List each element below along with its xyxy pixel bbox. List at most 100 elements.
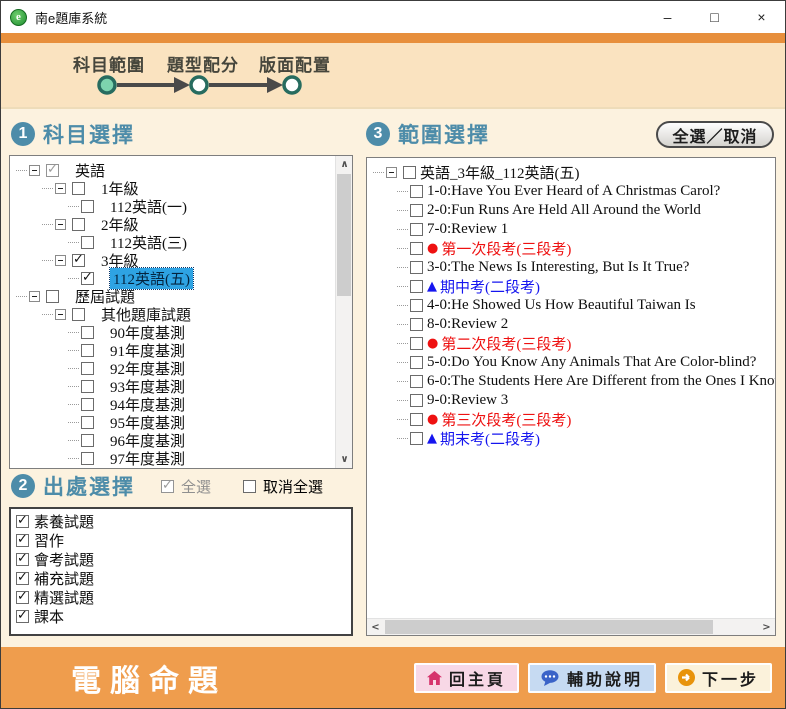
item-checkbox[interactable]: [81, 434, 94, 447]
next-step-button[interactable]: 下一步: [665, 663, 772, 693]
horizontal-scrollbar[interactable]: < >: [367, 618, 775, 635]
item-checkbox[interactable]: [46, 290, 59, 303]
vertical-scrollbar[interactable]: ∧ ∨: [335, 156, 352, 468]
tree-item[interactable]: 91年度基測: [14, 341, 332, 359]
item-checkbox[interactable]: [16, 591, 29, 604]
checkbox-icon[interactable]: [243, 480, 256, 493]
item-checkbox[interactable]: [16, 534, 29, 547]
tree-item[interactable]: ▲期末考(二段考): [371, 429, 773, 448]
tree-item[interactable]: 93年度基測: [14, 377, 332, 395]
list-item[interactable]: 會考試題: [13, 550, 349, 569]
item-checkbox[interactable]: [410, 394, 423, 407]
list-item[interactable]: 素養試題: [13, 512, 349, 531]
tree-item[interactable]: 94年度基測: [14, 395, 332, 413]
expand-toggle-icon[interactable]: [55, 255, 66, 266]
tree-item[interactable]: 英語_3年級_112英語(五): [371, 163, 773, 182]
item-checkbox[interactable]: [81, 344, 94, 357]
list-item[interactable]: 課本: [13, 607, 349, 626]
item-checkbox[interactable]: [81, 326, 94, 339]
scroll-down-icon[interactable]: ∨: [336, 451, 353, 468]
item-checkbox[interactable]: [81, 380, 94, 393]
item-checkbox[interactable]: [81, 236, 94, 249]
tree-item[interactable]: ▲期中考(二段考): [371, 277, 773, 296]
tree-item[interactable]: 8-0:Review 2: [371, 315, 773, 334]
checkbox-icon[interactable]: [161, 480, 174, 493]
tree-item[interactable]: 歷屆試題: [14, 287, 332, 305]
scrollbar-thumb[interactable]: [337, 174, 351, 296]
item-checkbox[interactable]: [81, 452, 94, 465]
deselect-all-checkbox[interactable]: 取消全選: [243, 476, 323, 497]
tree-item[interactable]: 4-0:He Showed Us How Beautiful Taiwan Is: [371, 296, 773, 315]
item-checkbox[interactable]: [410, 223, 423, 236]
item-checkbox[interactable]: [72, 182, 85, 195]
tree-item[interactable]: 97年度基測: [14, 449, 332, 467]
tree-item[interactable]: 6-0:The Students Here Are Different from…: [371, 372, 773, 391]
item-checkbox[interactable]: [46, 164, 59, 177]
expand-toggle-icon[interactable]: [55, 309, 66, 320]
tree-item[interactable]: 7-0:Review 1: [371, 220, 773, 239]
item-checkbox[interactable]: [72, 218, 85, 231]
item-checkbox[interactable]: [81, 398, 94, 411]
tree-item[interactable]: 其他題庫試題: [14, 305, 332, 323]
tree-item[interactable]: 1年級: [14, 179, 332, 197]
help-button[interactable]: 輔助說明: [528, 663, 656, 693]
minimize-button[interactable]: –: [644, 1, 691, 33]
scrollbar-thumb[interactable]: [385, 620, 713, 634]
tree-item[interactable]: 90年度基測: [14, 323, 332, 341]
item-checkbox[interactable]: [410, 413, 423, 426]
item-checkbox[interactable]: [16, 515, 29, 528]
item-checkbox[interactable]: [410, 299, 423, 312]
item-checkbox[interactable]: [410, 356, 423, 369]
item-checkbox[interactable]: [81, 362, 94, 375]
select-all-checkbox[interactable]: 全選: [161, 476, 211, 497]
tree-item[interactable]: 112英語(一): [14, 197, 332, 215]
tree-item[interactable]: 英語: [14, 161, 332, 179]
tree-item[interactable]: 92年度基測: [14, 359, 332, 377]
item-checkbox[interactable]: [410, 204, 423, 217]
expand-toggle-icon[interactable]: [29, 291, 40, 302]
maximize-button[interactable]: □: [691, 1, 738, 33]
item-checkbox[interactable]: [72, 254, 85, 267]
list-item[interactable]: 習作: [13, 531, 349, 550]
item-checkbox[interactable]: [410, 242, 423, 255]
item-checkbox[interactable]: [410, 185, 423, 198]
tree-item[interactable]: 2-0:Fun Runs Are Held All Around the Wor…: [371, 201, 773, 220]
tree-item[interactable]: 9-0:Review 3: [371, 391, 773, 410]
tree-item[interactable]: 1-0:Have You Ever Heard of A Christmas C…: [371, 182, 773, 201]
expand-toggle-icon[interactable]: [386, 167, 397, 178]
close-button[interactable]: ×: [738, 1, 785, 33]
item-checkbox[interactable]: [16, 572, 29, 585]
tree-item[interactable]: ●第三次段考(三段考): [371, 410, 773, 429]
item-checkbox[interactable]: [410, 261, 423, 274]
home-button[interactable]: 回主頁: [414, 663, 519, 693]
item-checkbox[interactable]: [410, 280, 423, 293]
scroll-up-icon[interactable]: ∧: [336, 156, 353, 173]
item-checkbox[interactable]: [81, 200, 94, 213]
tree-item[interactable]: 5-0:Do You Know Any Animals That Are Col…: [371, 353, 773, 372]
expand-toggle-icon[interactable]: [55, 183, 66, 194]
scroll-left-icon[interactable]: <: [367, 619, 384, 636]
expand-toggle-icon[interactable]: [55, 219, 66, 230]
item-checkbox[interactable]: [16, 553, 29, 566]
item-checkbox[interactable]: [410, 337, 423, 350]
tree-item[interactable]: 3-0:The News Is Interesting, But Is It T…: [371, 258, 773, 277]
item-checkbox[interactable]: [81, 416, 94, 429]
tree-item[interactable]: 112英語(三): [14, 233, 332, 251]
item-checkbox[interactable]: [410, 318, 423, 331]
list-item[interactable]: 補充試題: [13, 569, 349, 588]
list-item[interactable]: 精選試題: [13, 588, 349, 607]
tree-item[interactable]: 112英語(五): [14, 269, 332, 287]
tree-item[interactable]: ●第一次段考(三段考): [371, 239, 773, 258]
tree-item[interactable]: 95年度基測: [14, 413, 332, 431]
tree-item[interactable]: 96年度基測: [14, 431, 332, 449]
item-checkbox[interactable]: [16, 610, 29, 623]
item-checkbox[interactable]: [410, 432, 423, 445]
item-checkbox[interactable]: [81, 272, 94, 285]
scroll-right-icon[interactable]: >: [758, 619, 775, 636]
tree-item[interactable]: ●第二次段考(三段考): [371, 334, 773, 353]
item-checkbox[interactable]: [410, 375, 423, 388]
toggle-all-button[interactable]: 全選／取消: [656, 121, 774, 148]
item-checkbox[interactable]: [72, 308, 85, 321]
tree-item[interactable]: 2年級: [14, 215, 332, 233]
tree-item[interactable]: 3年級: [14, 251, 332, 269]
